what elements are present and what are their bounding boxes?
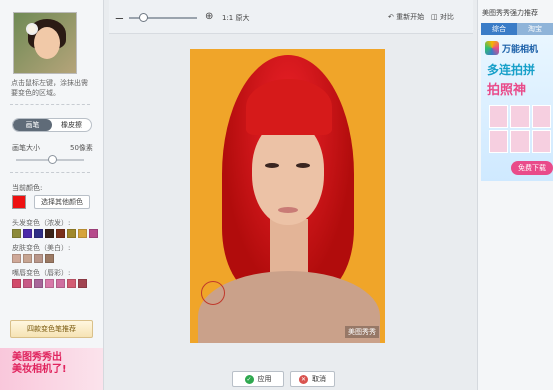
current-color-swatch[interactable] [12, 195, 26, 209]
hair-color-swatches [12, 229, 98, 238]
ad-download-button[interactable]: 免费下载 [511, 161, 553, 175]
brush-size-slider-knob[interactable] [48, 155, 57, 164]
camera-app-icon [485, 41, 499, 55]
divider [10, 172, 90, 173]
beauty-camera-banner[interactable]: 美图秀秀出 美妆相机了! [0, 348, 103, 390]
current-color-label: 当前颜色: [12, 184, 43, 192]
check-icon: ✓ [244, 374, 254, 384]
skin-color-label: 皮肤变色（美白）: [12, 244, 71, 252]
color-swatch[interactable] [12, 254, 21, 263]
preview-thumbnail [13, 12, 77, 74]
compare-icon: ◫ [431, 13, 438, 21]
color-swatch[interactable] [45, 229, 54, 238]
ad-line-1: 多连拍拼 [487, 63, 536, 77]
apply-button[interactable]: ✓ 应用 [232, 371, 284, 387]
reset-label: 重新开始 [396, 13, 425, 21]
color-swatch[interactable] [23, 229, 32, 238]
color-swatch[interactable] [23, 254, 32, 263]
watermark: 美图秀秀 [345, 326, 379, 338]
cancel-button[interactable]: ✕ 取消 [290, 371, 335, 387]
color-swatch[interactable] [12, 229, 21, 238]
color-swatch[interactable] [56, 229, 65, 238]
zoom-in-icon[interactable]: ⊕ [205, 11, 213, 22]
color-swatch[interactable] [34, 229, 43, 238]
close-icon: ✕ [299, 374, 308, 384]
reset-button[interactable]: ↶ 重新开始 [388, 12, 424, 22]
compare-label: 对比 [439, 13, 454, 21]
cancel-label: 取消 [312, 375, 326, 383]
color-swatch[interactable] [12, 279, 21, 288]
compare-button[interactable]: ◫ 对比 [431, 12, 454, 22]
instruction-tip: 点击鼠标左键，涂抹出需要变色的区域。 [11, 79, 88, 97]
top-toolbar: ⚊ ⊕ 1:1 原大 ↶ 重新开始 ◫ 对比 [109, 0, 473, 34]
color-swatch[interactable] [34, 279, 43, 288]
tab-brush[interactable]: 画笔 [13, 119, 52, 131]
color-swatch[interactable] [78, 229, 87, 238]
skin-color-swatches [12, 254, 54, 263]
color-swatch[interactable] [67, 229, 76, 238]
brush-cursor [201, 281, 225, 305]
divider [10, 104, 90, 105]
left-panel: 点击鼠标左键，涂抹出需要变色的区域。 画笔 橡皮擦 画笔大小 50像素 当前颜色… [0, 0, 104, 390]
tab-eraser[interactable]: 橡皮擦 [52, 119, 91, 131]
recommend-tabs: 综合 淘宝 [481, 23, 553, 35]
ad-photo-grid [489, 105, 551, 153]
hair-color-label: 头发变色（浓发）: [12, 219, 71, 227]
ad-app-name: 万能相机 [502, 45, 539, 55]
edited-photo[interactable]: 美图秀秀 [190, 49, 385, 343]
ad-line-2: 拍照神 [487, 83, 527, 98]
color-swatch[interactable] [34, 254, 43, 263]
color-swatch[interactable] [56, 279, 65, 288]
recommend-title: 美图秀秀强力推荐 [482, 9, 538, 17]
ad-banner[interactable]: 万能相机 多连拍拼 拍照神 免费下载 [481, 35, 553, 181]
color-swatch[interactable] [23, 279, 32, 288]
banner-line-2: 美妆相机了! [12, 364, 67, 375]
lip-color-label: 嘴唇变色（唇彩）: [12, 269, 71, 277]
zoom-out-icon[interactable]: ⚊ [115, 11, 124, 22]
brush-size-label: 画笔大小 [12, 144, 40, 152]
color-swatch[interactable] [67, 279, 76, 288]
color-pen-recommend-button[interactable]: 四款变色笔推荐 [10, 320, 93, 338]
color-swatch[interactable] [89, 229, 98, 238]
color-swatch[interactable] [78, 279, 87, 288]
brush-size-value: 50像素 [70, 144, 93, 152]
banner-line-1: 美图秀秀出 [12, 352, 62, 363]
pick-color-button[interactable]: 选择其他颜色 [34, 195, 90, 209]
tab-taobao[interactable]: 淘宝 [517, 23, 553, 35]
apply-label: 应用 [257, 375, 272, 383]
undo-icon: ↶ [388, 13, 394, 21]
original-size-button[interactable]: 1:1 原大 [222, 13, 250, 23]
color-swatch[interactable] [45, 279, 54, 288]
right-panel: 美图秀秀强力推荐 综合 淘宝 万能相机 多连拍拼 拍照神 免费下载 [477, 0, 553, 390]
zoom-slider-knob[interactable] [138, 13, 148, 22]
tab-general[interactable]: 综合 [481, 23, 517, 35]
canvas-area: 美图秀秀 [109, 34, 473, 362]
color-swatch[interactable] [45, 254, 54, 263]
lip-color-swatches [12, 279, 87, 288]
mode-toggle[interactable]: 画笔 橡皮擦 [12, 118, 92, 132]
